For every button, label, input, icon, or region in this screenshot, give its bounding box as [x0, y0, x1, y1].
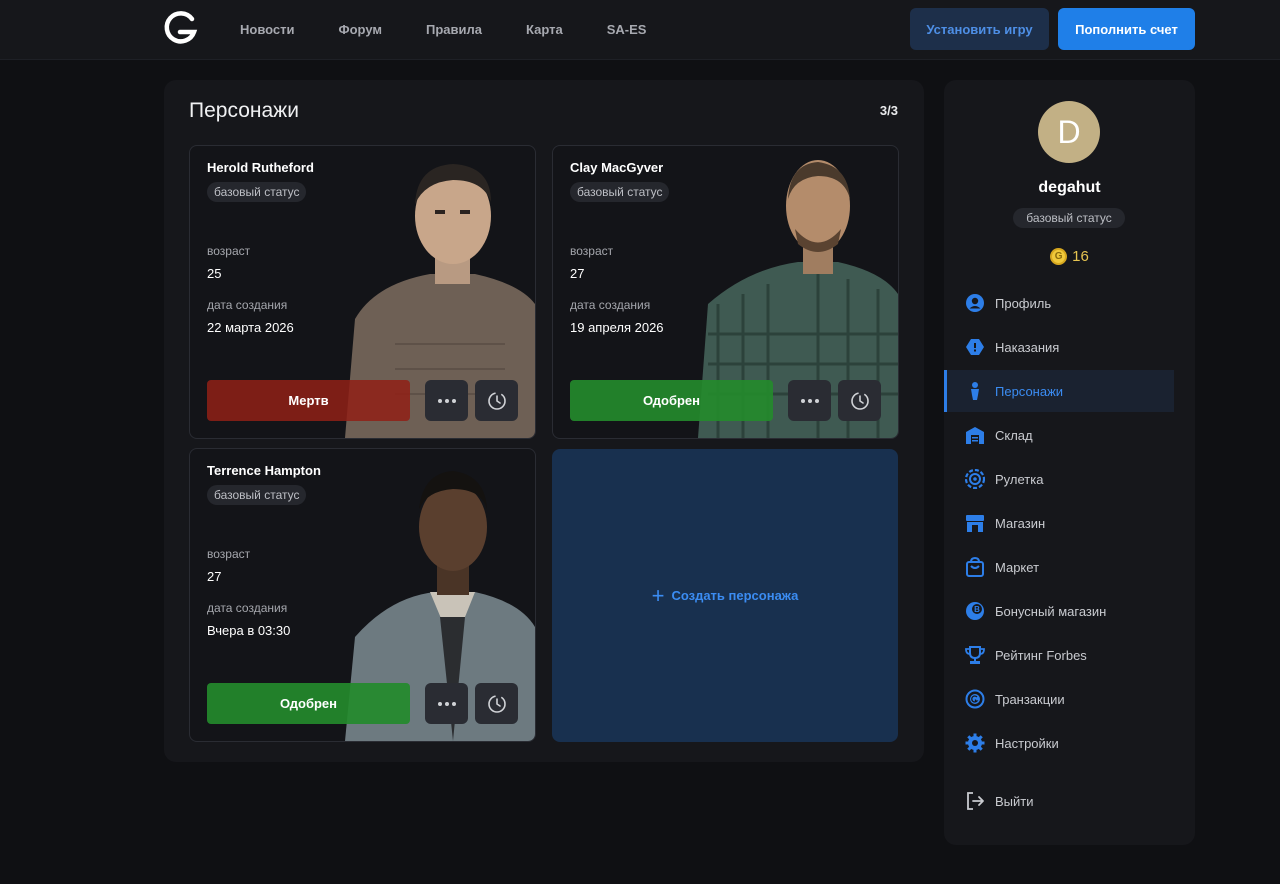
created-value: 22 марта 2026 [207, 320, 294, 335]
trophy-icon [964, 644, 986, 666]
sidebar-item-warehouse[interactable]: Склад [944, 414, 1174, 456]
nav-forum[interactable]: Форум [339, 22, 382, 37]
coin-icon: G [1050, 248, 1068, 265]
topup-button[interactable]: Пополнить счет [1058, 8, 1195, 50]
sidebar-item-label: Профиль [995, 295, 1052, 311]
sidebar-item-roulette[interactable]: Рулетка [944, 458, 1174, 500]
sidebar-item-profile[interactable]: Профиль [944, 282, 1174, 324]
main-nav: Новости Форум Правила Карта SA-ES [240, 0, 690, 58]
character-name: Clay MacGyver [570, 160, 664, 175]
logo-icon[interactable] [162, 10, 198, 46]
character-card: Terrence Hampton базовый статус возраст … [189, 448, 536, 742]
sidebar-item-label: Склад [995, 427, 1033, 443]
character-state-button[interactable]: Одобрен [570, 380, 773, 421]
more-options-button[interactable] [425, 380, 468, 421]
nav-rules[interactable]: Правила [426, 22, 482, 37]
person-icon [964, 380, 986, 402]
sidebar-item-label: Рулетка [995, 471, 1044, 487]
character-card: Clay MacGyver базовый статус возраст 27 … [552, 145, 899, 439]
more-options-button[interactable] [425, 683, 468, 724]
nav-map[interactable]: Карта [526, 22, 563, 37]
age-label: возраст [207, 547, 251, 561]
install-game-button[interactable]: Установить игру [910, 8, 1049, 50]
more-options-button[interactable] [788, 380, 831, 421]
sidebar-item-label: Транзакции [995, 691, 1065, 707]
more-dots-icon [437, 701, 456, 706]
bonus-icon: B [964, 600, 986, 622]
character-state-button[interactable]: Одобрен [207, 683, 410, 724]
warning-icon [964, 336, 986, 358]
created-value: Вчера в 03:30 [207, 623, 291, 638]
created-value: 19 апреля 2026 [570, 320, 664, 335]
logout-icon [964, 790, 986, 812]
sidebar-item-bonus-shop[interactable]: B Бонусный магазин [944, 590, 1174, 632]
more-dots-icon [437, 398, 456, 403]
username: degahut [1038, 179, 1101, 196]
nav-sa-es[interactable]: SA-ES [607, 22, 647, 37]
coin-amount: 16 [1072, 248, 1089, 265]
created-label: дата создания [570, 298, 651, 312]
created-label: дата создания [207, 298, 288, 312]
sidebar-item-shop[interactable]: Магазин [944, 502, 1174, 544]
character-count: 3/3 [879, 103, 898, 118]
sidebar-item-label: Наказания [995, 339, 1060, 355]
page-title: Персонажи [189, 99, 299, 122]
create-character-label: Создать персонажа [671, 588, 799, 603]
history-clock-icon [850, 391, 869, 410]
bag-icon [964, 556, 986, 578]
profile-sidebar: D degahut базовый статус G 16 Профиль На… [944, 80, 1195, 845]
create-character-button[interactable]: + Создать персонажа [552, 449, 898, 742]
nav-news[interactable]: Новости [240, 22, 295, 37]
warehouse-icon [964, 424, 986, 446]
status-badge: базовый статус [207, 485, 307, 505]
sidebar-item-label: Магазин [995, 515, 1046, 531]
character-name: Herold Rutheford [207, 160, 314, 175]
roulette-icon [964, 468, 986, 490]
created-label: дата создания [207, 601, 288, 615]
history-clock-icon [487, 391, 506, 410]
character-card: Herold Rutheford базовый статус возраст … [189, 145, 536, 439]
shop-icon [964, 512, 986, 534]
sidebar-item-market[interactable]: Маркет [944, 546, 1174, 588]
age-label: возраст [207, 244, 251, 258]
avatar[interactable]: D [1038, 101, 1100, 163]
character-state-button[interactable]: Мертв [207, 380, 410, 421]
history-button[interactable] [475, 683, 518, 724]
sidebar-item-label: Персонажи [995, 383, 1064, 399]
age-label: возраст [570, 244, 614, 258]
age-value: 27 [570, 266, 585, 281]
user-icon [964, 292, 986, 314]
sidebar-item-punishments[interactable]: Наказания [944, 326, 1174, 368]
status-badge: базовый статус [1013, 208, 1125, 228]
history-button[interactable] [838, 380, 881, 421]
sidebar-item-label: Рейтинг Forbes [995, 647, 1087, 663]
plus-icon: + [651, 582, 665, 608]
sidebar-item-settings[interactable]: Настройки [944, 722, 1174, 764]
logout-label: Выйти [995, 793, 1034, 809]
transactions-icon [964, 688, 986, 710]
characters-panel: Персонажи 3/3 Herold Rutheford базовый с… [164, 80, 924, 762]
sidebar-item-forbes-rating[interactable]: Рейтинг Forbes [944, 634, 1174, 676]
coin-balance: G 16 [944, 248, 1195, 265]
logout-button[interactable]: Выйти [944, 780, 1174, 822]
status-badge: базовый статус [570, 182, 670, 202]
settings-icon [964, 732, 986, 754]
history-button[interactable] [475, 380, 518, 421]
sidebar-item-label: Настройки [995, 735, 1059, 751]
status-badge: базовый статус [207, 182, 307, 202]
sidebar-item-transactions[interactable]: Транзакции [944, 678, 1174, 720]
sidebar-item-label: Маркет [995, 559, 1040, 575]
sidebar-item-label: Бонусный магазин [995, 603, 1107, 619]
more-dots-icon [800, 398, 819, 403]
age-value: 25 [207, 266, 222, 281]
age-value: 27 [207, 569, 222, 584]
top-bar: Новости Форум Правила Карта SA-ES Устано… [0, 0, 1280, 60]
svg-text:B: B [974, 605, 980, 614]
sidebar-item-characters[interactable]: Персонажи [944, 370, 1174, 412]
character-name: Terrence Hampton [207, 463, 321, 478]
history-clock-icon [487, 694, 506, 713]
